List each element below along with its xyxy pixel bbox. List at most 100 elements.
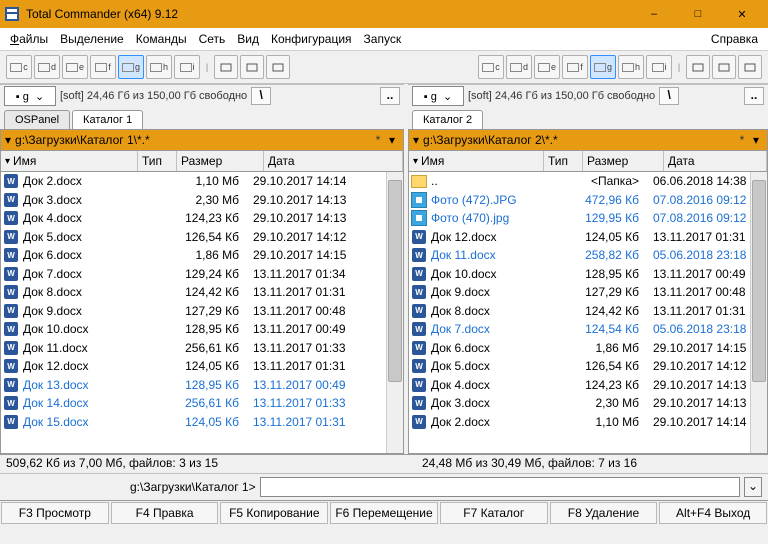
- left-file-row[interactable]: WДок 13.docx128,95 Кб13.11.2017 00:49: [1, 376, 403, 395]
- left-drive-g-button[interactable]: g: [118, 55, 144, 79]
- left-scrollbar[interactable]: [386, 172, 403, 453]
- right-col-type[interactable]: Тип: [544, 151, 583, 171]
- left-file-row[interactable]: WДок 8.docx124,42 Кб13.11.2017 01:31: [1, 283, 403, 302]
- f7-button[interactable]: F7 Каталог: [440, 502, 548, 524]
- left-drive-e-button[interactable]: e: [62, 55, 88, 79]
- left-file-row[interactable]: WДок 9.docx127,29 Кб13.11.2017 00:48: [1, 302, 403, 321]
- left-path[interactable]: g:\Загрузки\Каталог 1\*.*: [15, 133, 150, 147]
- right-file-row[interactable]: WДок 3.docx2,30 Мб29.10.2017 14:13: [409, 394, 767, 413]
- right-path-dropdown-icon[interactable]: ▾: [413, 133, 419, 147]
- left-file-row[interactable]: WДок 12.docx124,05 Кб13.11.2017 01:31: [1, 357, 403, 376]
- f4-button[interactable]: F4 Правка: [111, 502, 219, 524]
- right-file-row[interactable]: WДок 2.docx1,10 Мб29.10.2017 14:14: [409, 413, 767, 432]
- left-file-row[interactable]: WДок 11.docx256,61 Кб13.11.2017 01:33: [1, 339, 403, 358]
- f5-button[interactable]: F5 Копирование: [220, 502, 328, 524]
- altf4-button[interactable]: Alt+F4 Выход: [659, 502, 767, 524]
- right-file-row[interactable]: WДок 11.docx258,82 Кб05.06.2018 23:18: [409, 246, 767, 265]
- left-file-row[interactable]: WДок 4.docx124,23 Кб29.10.2017 14:13: [1, 209, 403, 228]
- right-file-row[interactable]: Фото (472).JPG472,96 Кб07.08.2016 09:12: [409, 191, 767, 210]
- menu-select[interactable]: Выделение: [54, 30, 130, 48]
- left-tab-1[interactable]: Каталог 1: [72, 110, 143, 129]
- right-col-name[interactable]: ▾Имя: [409, 151, 544, 171]
- right-file-row[interactable]: WДок 10.docx128,95 Кб13.11.2017 00:49: [409, 265, 767, 284]
- menu-help[interactable]: Справка: [705, 30, 764, 48]
- file-date: 13.11.2017 00:49: [249, 322, 403, 336]
- right-parent-button[interactable]: ..: [744, 87, 764, 105]
- right-scrollbar[interactable]: [750, 172, 767, 453]
- file-name: Док 6.docx: [429, 341, 537, 355]
- right-root-button[interactable]: \: [659, 87, 679, 105]
- right-drive-i-button[interactable]: i: [646, 55, 672, 79]
- right-col-size[interactable]: Размер: [583, 151, 664, 171]
- left-tab-0[interactable]: OSPanel: [4, 110, 70, 129]
- left-file-row[interactable]: WДок 5.docx126,54 Кб29.10.2017 14:12: [1, 228, 403, 247]
- right-drive-d-button[interactable]: d: [506, 55, 532, 79]
- left-file-row[interactable]: WДок 2.docx1,10 Мб29.10.2017 14:14: [1, 172, 403, 191]
- left-file-row[interactable]: WДок 3.docx2,30 Мб29.10.2017 14:13: [1, 191, 403, 210]
- right-drive-h-button[interactable]: h: [618, 55, 644, 79]
- right-panel: ▪ g ⌄[soft] 24,46 Гб из 150,00 Гб свобод…: [408, 84, 768, 454]
- right-file-row[interactable]: WДок 12.docx124,05 Кб13.11.2017 01:31: [409, 228, 767, 247]
- close-button[interactable]: ✕: [720, 0, 764, 28]
- right-drive-f-button[interactable]: f: [562, 55, 588, 79]
- left-file-row[interactable]: WДок 7.docx129,24 Кб13.11.2017 01:34: [1, 265, 403, 284]
- right-col-date[interactable]: Дата: [664, 151, 767, 171]
- right-history-icon[interactable]: [738, 55, 762, 79]
- right-briefcase-icon[interactable]: [686, 55, 710, 79]
- menu-config[interactable]: Конфигурация: [265, 30, 358, 48]
- left-history-icon[interactable]: [266, 55, 290, 79]
- f6-button[interactable]: F6 Перемещение: [330, 502, 438, 524]
- left-file-row[interactable]: WДок 15.docx124,05 Кб13.11.2017 01:31: [1, 413, 403, 432]
- f3-button[interactable]: F3 Просмотр: [1, 502, 109, 524]
- left-file-row[interactable]: WДок 10.docx128,95 Кб13.11.2017 00:49: [1, 320, 403, 339]
- right-file-row[interactable]: WДок 7.docx124,54 Кб05.06.2018 23:18: [409, 320, 767, 339]
- right-file-row[interactable]: WДок 9.docx127,29 Кб13.11.2017 00:48: [409, 283, 767, 302]
- menu-commands[interactable]: Команды: [130, 30, 193, 48]
- file-date: 13.11.2017 00:48: [249, 304, 403, 318]
- left-drive-d-button[interactable]: d: [34, 55, 60, 79]
- left-drive-f-button[interactable]: f: [90, 55, 116, 79]
- menu-start[interactable]: Запуск: [358, 30, 408, 48]
- maximize-button[interactable]: □: [676, 0, 720, 28]
- left-history-button[interactable]: ▾: [385, 133, 399, 147]
- left-drive-h-button[interactable]: h: [146, 55, 172, 79]
- left-col-size[interactable]: Размер: [177, 151, 264, 171]
- left-favorites-button[interactable]: *: [371, 133, 385, 147]
- left-file-row[interactable]: WДок 6.docx1,86 Мб29.10.2017 14:15: [1, 246, 403, 265]
- left-drive-select[interactable]: ▪ g ⌄: [4, 86, 56, 106]
- left-briefcase-icon[interactable]: [214, 55, 238, 79]
- right-drive-c-button[interactable]: c: [478, 55, 504, 79]
- menu-net[interactable]: Сеть: [193, 30, 232, 48]
- left-drive-c-button[interactable]: c: [6, 55, 32, 79]
- right-file-row[interactable]: ..<Папка>06.06.2018 14:38: [409, 172, 767, 191]
- right-file-row[interactable]: Фото (470).jpg129,95 Кб07.08.2016 09:12: [409, 209, 767, 228]
- right-file-row[interactable]: WДок 5.docx126,54 Кб29.10.2017 14:12: [409, 357, 767, 376]
- command-history-button[interactable]: ⌄: [744, 477, 762, 497]
- right-history-button[interactable]: ▾: [749, 133, 763, 147]
- left-col-name[interactable]: ▾Имя: [1, 151, 138, 171]
- left-star-icon[interactable]: [240, 55, 264, 79]
- file-name: Док 11.docx: [21, 341, 131, 355]
- right-path[interactable]: g:\Загрузки\Каталог 2\*.*: [423, 133, 558, 147]
- left-col-type[interactable]: Тип: [138, 151, 177, 171]
- right-favorites-button[interactable]: *: [735, 133, 749, 147]
- menu-view[interactable]: Вид: [231, 30, 265, 48]
- command-input[interactable]: [260, 477, 740, 497]
- minimize-button[interactable]: –: [632, 0, 676, 28]
- left-drive-i-button[interactable]: i: [174, 55, 200, 79]
- left-file-row[interactable]: WДок 14.docx256,61 Кб13.11.2017 01:33: [1, 394, 403, 413]
- right-drive-g-button[interactable]: g: [590, 55, 616, 79]
- right-file-row[interactable]: WДок 8.docx124,42 Кб13.11.2017 01:31: [409, 302, 767, 321]
- left-parent-button[interactable]: ..: [380, 87, 400, 105]
- right-drive-select[interactable]: ▪ g ⌄: [412, 86, 464, 106]
- menu-file[interactable]: Файлы: [4, 30, 54, 48]
- right-tab-0[interactable]: Каталог 2: [412, 110, 483, 129]
- left-col-date[interactable]: Дата: [264, 151, 403, 171]
- right-file-row[interactable]: WДок 6.docx1,86 Мб29.10.2017 14:15: [409, 339, 767, 358]
- right-star-icon[interactable]: [712, 55, 736, 79]
- right-file-row[interactable]: WДок 4.docx124,23 Кб29.10.2017 14:13: [409, 376, 767, 395]
- f8-button[interactable]: F8 Удаление: [550, 502, 658, 524]
- left-path-dropdown-icon[interactable]: ▾: [5, 133, 11, 147]
- left-root-button[interactable]: \: [251, 87, 271, 105]
- right-drive-e-button[interactable]: e: [534, 55, 560, 79]
